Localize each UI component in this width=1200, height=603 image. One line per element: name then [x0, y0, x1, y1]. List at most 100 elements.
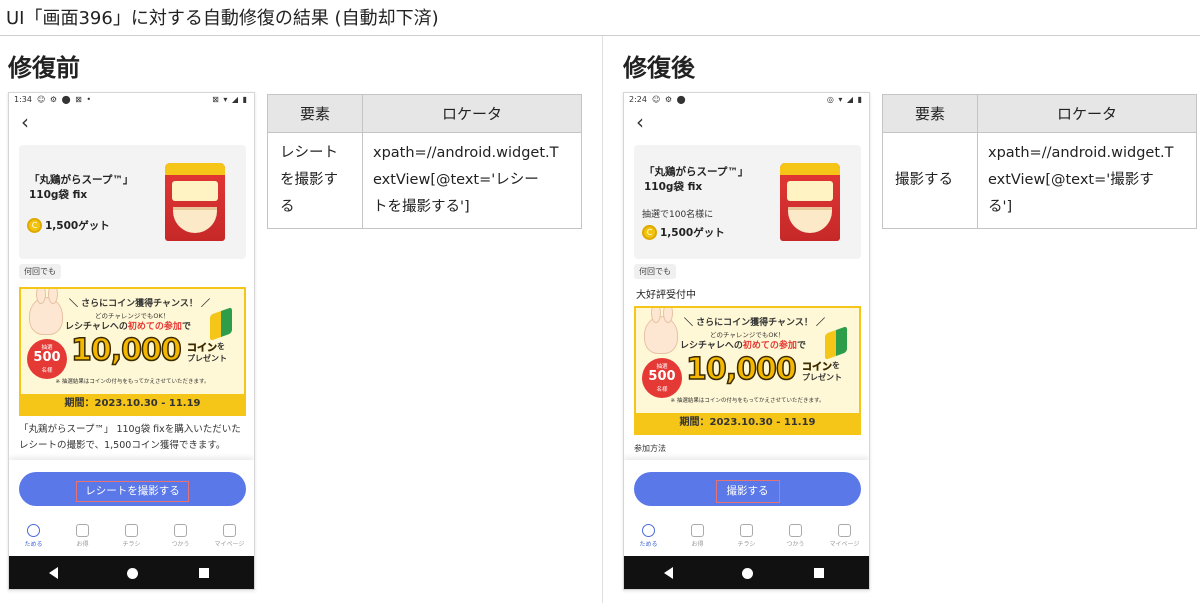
before-phone-screenshot: 1:34 ☺ ⚙ ⬤ ⊠ • ⊠ ▾ ◢ ▮ ‹ 「丸鶏がらスープ™」 110g…: [8, 92, 255, 590]
tab-chirashi[interactable]: チラシ: [107, 518, 156, 556]
banner-coin-word: コイン: [802, 362, 833, 374]
coin-icon: C: [642, 224, 657, 240]
banner-coin-word: コイン: [187, 343, 218, 355]
product-name: 「丸鶏がらスープ™」 110g袋 fix: [29, 174, 134, 201]
product-card: 「丸鶏がらスープ™」 110g袋 fix 抽選で100名様に C 1,500ゲッ…: [634, 145, 861, 259]
gift-icon: [789, 524, 802, 537]
banner-coin-suffix: を: [832, 361, 840, 370]
page-title: UI「画面396」に対する自動修復の結果 (自動却下済): [6, 8, 439, 29]
take-photo-button[interactable]: 撮影する: [634, 472, 861, 506]
person-icon: [223, 524, 236, 537]
banner-period: 期間：2023.10.30 - 11.19: [636, 413, 859, 433]
prize-badge: 抽選 500 名様: [27, 339, 67, 379]
column-header-locator: ロケータ: [362, 94, 582, 133]
status-time: 1:34: [14, 95, 32, 104]
after-panel: 修復後 2:24 ☺ ⚙ ⬤ ◎ ▾ ◢ ▮ ‹ 「丸鶏がらスープ™」 110g…: [615, 36, 1200, 603]
back-arrow-icon[interactable]: ‹: [636, 111, 644, 133]
bag-icon: [691, 524, 704, 537]
nav-home-icon[interactable]: [742, 568, 753, 579]
rabbit-mascot-icon: [644, 308, 678, 354]
repeat-chip: 何回でも: [634, 264, 676, 279]
tab-otoku[interactable]: お得: [58, 518, 107, 556]
banner-condition: レシチャレへの初めての参加で: [65, 322, 191, 332]
after-locator-table: 要素 ロケータ 撮影する xpath=//android.widget.T ex…: [882, 94, 1197, 229]
android-nav-bar: [624, 556, 869, 589]
coin-reward: C 1,500ゲット: [27, 216, 110, 234]
before-panel: 修復前 1:34 ☺ ⚙ ⬤ ⊠ • ⊠ ▾ ◢ ▮ ‹ 「丸鶏がらスープ™」 …: [0, 36, 600, 603]
column-header-locator: ロケータ: [977, 94, 1197, 133]
status-bar: 1:34 ☺ ⚙ ⬤ ⊠ • ⊠ ▾ ◢ ▮: [9, 93, 254, 107]
cta-label-highlighted[interactable]: 撮影する: [715, 480, 780, 503]
status-system-icons: ◎ ▾ ◢ ▮: [826, 95, 863, 104]
product-card: 「丸鶏がらスープ™」 110g袋 fix C 1,500ゲット: [19, 145, 246, 259]
campaign-banner[interactable]: ＼ さらにコイン獲得チャンス！ ／ どのチャレンジでもOK！ レシチャレへの初め…: [19, 287, 246, 416]
cta-area: 撮影する: [624, 460, 869, 518]
banner-note: ※ 抽選結果はコインの付与をもってかえさせていただきます。: [670, 398, 825, 404]
tab-tameru[interactable]: ためる: [624, 518, 673, 556]
tab-otoku[interactable]: お得: [673, 518, 722, 556]
tab-chirashi[interactable]: チラシ: [722, 518, 771, 556]
beginner-mark-icon: [210, 306, 232, 342]
participation-method-label: 参加方法: [634, 444, 666, 453]
after-heading: 修復後: [623, 54, 695, 82]
piggy-bank-icon: [27, 524, 40, 537]
banner-note: ※ 抽選結果はコインの付与をもってかえさせていただきます。: [55, 379, 210, 385]
nav-recents-icon[interactable]: [814, 568, 824, 578]
banner-coin-amount: 10,000: [685, 351, 797, 388]
bottom-tab-bar: ためる お得 チラシ つかう マイページ: [9, 518, 254, 556]
take-receipt-photo-button[interactable]: レシートを撮影する: [19, 472, 246, 506]
status-notification-icons: ☺ ⚙ ⬤: [652, 95, 687, 104]
repeat-chip: 何回でも: [19, 264, 61, 279]
banner-heading: ＼ さらにコイン獲得チャンス！ ／: [69, 299, 210, 309]
banner-period: 期間：2023.10.30 - 11.19: [21, 394, 244, 414]
banner-present: プレゼント: [187, 354, 227, 363]
tab-tameru[interactable]: ためる: [9, 518, 58, 556]
status-system-icons: ⊠ ▾ ◢ ▮: [212, 95, 248, 104]
flyer-icon: [125, 524, 138, 537]
rabbit-mascot-icon: [29, 289, 63, 335]
column-divider: [602, 36, 603, 603]
banner-coin-amount: 10,000: [70, 332, 182, 369]
back-arrow-icon[interactable]: ‹: [21, 111, 29, 133]
beginner-mark-icon: [825, 325, 847, 361]
nav-back-icon[interactable]: [49, 567, 58, 579]
column-header-element: 要素: [882, 94, 978, 133]
banner-present: プレゼント: [802, 373, 842, 382]
cta-label-highlighted[interactable]: レシートを撮影する: [76, 481, 189, 502]
column-header-element: 要素: [267, 94, 363, 133]
status-notification-icons: ☺ ⚙ ⬤ ⊠ •: [37, 95, 93, 104]
nav-back-icon[interactable]: [664, 567, 673, 579]
table-row: 撮影する xpath=//android.widget.T extView[@t…: [882, 132, 1197, 229]
product-package-image: [165, 163, 225, 241]
status-time: 2:24: [629, 95, 647, 104]
before-locator-table: 要素 ロケータ レシート を撮影す る xpath=//android.widg…: [267, 94, 582, 229]
campaign-description: 「丸鶏がらスープ™」 110g袋 fixを購入いただいたレシートの撮影で、1,5…: [19, 424, 241, 451]
tab-mypage[interactable]: マイページ: [820, 518, 869, 556]
locator-cell: xpath=//android.widget.T extView[@text='…: [362, 132, 582, 229]
after-phone-screenshot: 2:24 ☺ ⚙ ⬤ ◎ ▾ ◢ ▮ ‹ 「丸鶏がらスープ™」 110g袋 fi…: [623, 92, 870, 590]
bottom-tab-bar: ためる お得 チラシ つかう マイページ: [624, 518, 869, 556]
banner-heading: ＼ さらにコイン獲得チャンス！ ／: [684, 318, 825, 328]
gift-icon: [174, 524, 187, 537]
banner-condition: レシチャレへの初めての参加で: [680, 341, 806, 351]
android-nav-bar: [9, 556, 254, 589]
coin-reward: C 1,500ゲット: [642, 223, 725, 241]
person-icon: [838, 524, 851, 537]
tab-mypage[interactable]: マイページ: [205, 518, 254, 556]
tab-tsukau[interactable]: つかう: [156, 518, 205, 556]
locator-cell: xpath=//android.widget.T extView[@text='…: [977, 132, 1197, 229]
table-row: レシート を撮影す る xpath=//android.widget.T ext…: [267, 132, 582, 229]
piggy-bank-icon: [642, 524, 655, 537]
accepting-status: 大好評受付中: [636, 290, 696, 301]
product-package-image: [780, 163, 840, 241]
tab-tsukau[interactable]: つかう: [771, 518, 820, 556]
campaign-banner[interactable]: ＼ さらにコイン獲得チャンス！ ／ どのチャレンジでもOK！ レシチャレへの初め…: [634, 306, 861, 435]
coin-reward-text: 1,500ゲット: [45, 219, 110, 232]
flyer-icon: [740, 524, 753, 537]
banner-coin-suffix: を: [217, 342, 225, 351]
cta-area: レシートを撮影する: [9, 460, 254, 518]
bag-icon: [76, 524, 89, 537]
nav-home-icon[interactable]: [127, 568, 138, 579]
nav-recents-icon[interactable]: [199, 568, 209, 578]
status-bar: 2:24 ☺ ⚙ ⬤ ◎ ▾ ◢ ▮: [624, 93, 869, 107]
